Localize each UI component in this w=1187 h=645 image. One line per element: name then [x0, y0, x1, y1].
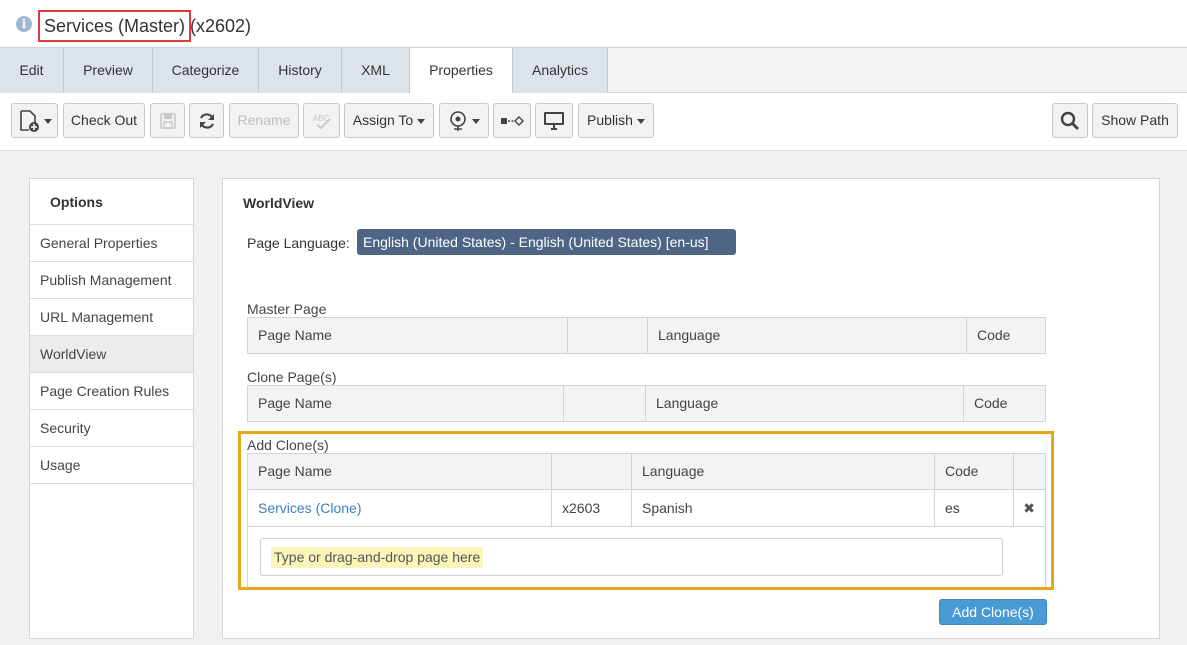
- column-language: Language: [646, 386, 964, 421]
- tab-preview[interactable]: Preview: [64, 48, 153, 93]
- column-page-name: Page Name: [248, 386, 564, 421]
- spellcheck-icon: ABC: [313, 114, 331, 130]
- sidebar-item-worldview[interactable]: WorldView: [30, 336, 193, 373]
- chevron-down-icon: [472, 118, 480, 124]
- column-id: [564, 386, 646, 421]
- master-page-table-header: Page Name Language Code: [247, 317, 1046, 354]
- workflow-icon: [450, 111, 466, 132]
- info-icon[interactable]: i: [16, 16, 32, 32]
- publish-button[interactable]: Publish: [578, 103, 654, 138]
- column-page-name: Page Name: [248, 318, 568, 353]
- rename-button[interactable]: Rename: [229, 103, 299, 138]
- tab-categorize[interactable]: Categorize: [153, 48, 259, 93]
- column-code: Code: [977, 327, 1011, 343]
- publish-label: Publish: [587, 112, 633, 128]
- column-language: Language: [648, 318, 967, 353]
- tab-history[interactable]: History: [259, 48, 342, 93]
- sidebar-item-url-management[interactable]: URL Management: [30, 299, 193, 336]
- tab-properties[interactable]: Properties: [410, 48, 513, 94]
- check-out-button[interactable]: Check Out: [63, 103, 145, 138]
- column-id: [568, 318, 648, 353]
- chevron-down-icon: [417, 118, 426, 124]
- sidebar-item-usage[interactable]: Usage: [30, 447, 193, 484]
- refresh-icon: [199, 113, 214, 129]
- column-code: Code: [974, 395, 1008, 411]
- workflow-button[interactable]: [439, 103, 489, 138]
- page-id: (x2602): [190, 16, 252, 36]
- tab-bar: Edit Preview Categorize History XML Prop…: [0, 48, 1187, 94]
- panel-title: WorldView: [243, 195, 315, 211]
- sidebar-item-page-creation-rules[interactable]: Page Creation Rules: [30, 373, 193, 410]
- new-page-icon: [19, 110, 39, 133]
- dependency-button[interactable]: [493, 103, 531, 138]
- device-preview-button[interactable]: [535, 103, 573, 138]
- chevron-down-icon: [43, 118, 52, 124]
- toolbar: Check Out Rename ABC Assign To Publish S…: [0, 93, 1187, 151]
- page-title: Services (Master): [38, 10, 192, 42]
- page-language-value: English (United States) - English (Unite…: [357, 229, 736, 255]
- show-path-button[interactable]: Show Path: [1092, 103, 1178, 138]
- title-bar: i Services (Master) (x2602): [0, 0, 1187, 48]
- save-button[interactable]: [150, 103, 185, 138]
- dependency-icon: [501, 116, 524, 127]
- tab-xml[interactable]: XML: [342, 48, 410, 93]
- clone-pages-label: Clone Page(s): [247, 369, 337, 385]
- sidebar-item-general-properties[interactable]: General Properties: [30, 225, 193, 262]
- master-page-label: Master Page: [247, 301, 327, 317]
- spellcheck-button[interactable]: ABC: [303, 103, 340, 138]
- chevron-down-icon: [636, 118, 645, 124]
- sidebar-item-security[interactable]: Security: [30, 410, 193, 447]
- search-button[interactable]: [1052, 103, 1088, 138]
- options-title: Options: [30, 179, 193, 225]
- clone-pages-table-header: Page Name Language Code: [247, 385, 1046, 422]
- assign-to-button[interactable]: Assign To: [344, 103, 434, 138]
- monitor-icon: [544, 112, 564, 131]
- save-icon: [159, 113, 176, 130]
- search-icon: [1060, 112, 1079, 131]
- sidebar-item-publish-management[interactable]: Publish Management: [30, 262, 193, 299]
- tab-edit[interactable]: Edit: [0, 48, 64, 93]
- add-clones-button[interactable]: Add Clone(s): [939, 599, 1047, 625]
- new-page-button[interactable]: [11, 103, 58, 138]
- tab-analytics[interactable]: Analytics: [513, 48, 608, 93]
- page-language-label: Page Language:: [247, 235, 350, 251]
- add-clones-highlight: [238, 431, 1054, 590]
- refresh-button[interactable]: [189, 103, 224, 138]
- options-sidebar: Options General Properties Publish Manag…: [29, 178, 194, 639]
- assign-to-label: Assign To: [352, 112, 414, 128]
